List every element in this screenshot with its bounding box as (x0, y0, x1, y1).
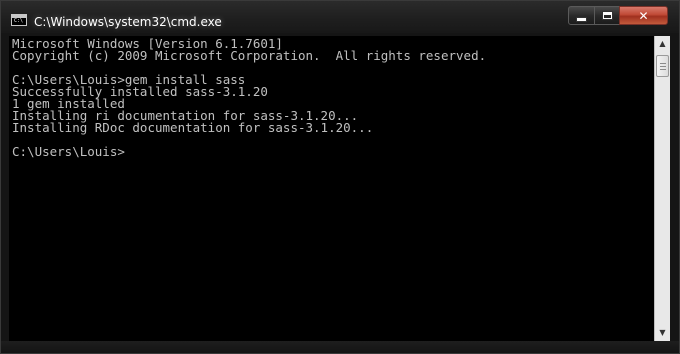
maximize-button[interactable] (594, 6, 620, 25)
console-text: Microsoft Windows [Version 6.1.7601] Copy… (12, 37, 487, 158)
cmd-window: C:\ C:\Windows\system32\cmd.exe ✕ Micros… (0, 0, 680, 354)
minimize-icon (577, 17, 586, 21)
console-line: Copyright (c) 2009 Microsoft Corporation… (12, 48, 487, 63)
scrollbar-thumb[interactable] (656, 55, 669, 77)
maximize-icon (602, 12, 612, 19)
grip-line (660, 69, 666, 70)
console-line: Installing RDoc documentation for sass-3… (12, 120, 374, 135)
minimize-button[interactable] (568, 6, 595, 25)
vertical-scrollbar[interactable]: ▲ ▼ (654, 36, 670, 341)
console-prompt[interactable]: C:\Users\Louis> (12, 145, 486, 158)
arrow-down-icon: ▼ (659, 328, 666, 337)
close-icon: ✕ (638, 8, 649, 23)
close-button[interactable]: ✕ (619, 6, 668, 25)
window-title: C:\Windows\system32\cmd.exe (34, 15, 222, 29)
scroll-down-button[interactable]: ▼ (655, 325, 670, 341)
title-bar[interactable]: C:\ C:\Windows\system32\cmd.exe ✕ (1, 1, 679, 33)
scroll-up-button[interactable]: ▲ (655, 36, 670, 52)
arrow-up-icon: ▲ (659, 39, 666, 48)
grip-line (660, 66, 666, 67)
console-output[interactable]: Microsoft Windows [Version 6.1.7601] Copy… (9, 36, 654, 341)
window-bottom-frame (1, 341, 679, 353)
grip-line (660, 63, 666, 64)
cmd-icon[interactable]: C:\ (11, 14, 27, 26)
cmd-icon-text: C:\ (14, 18, 24, 24)
